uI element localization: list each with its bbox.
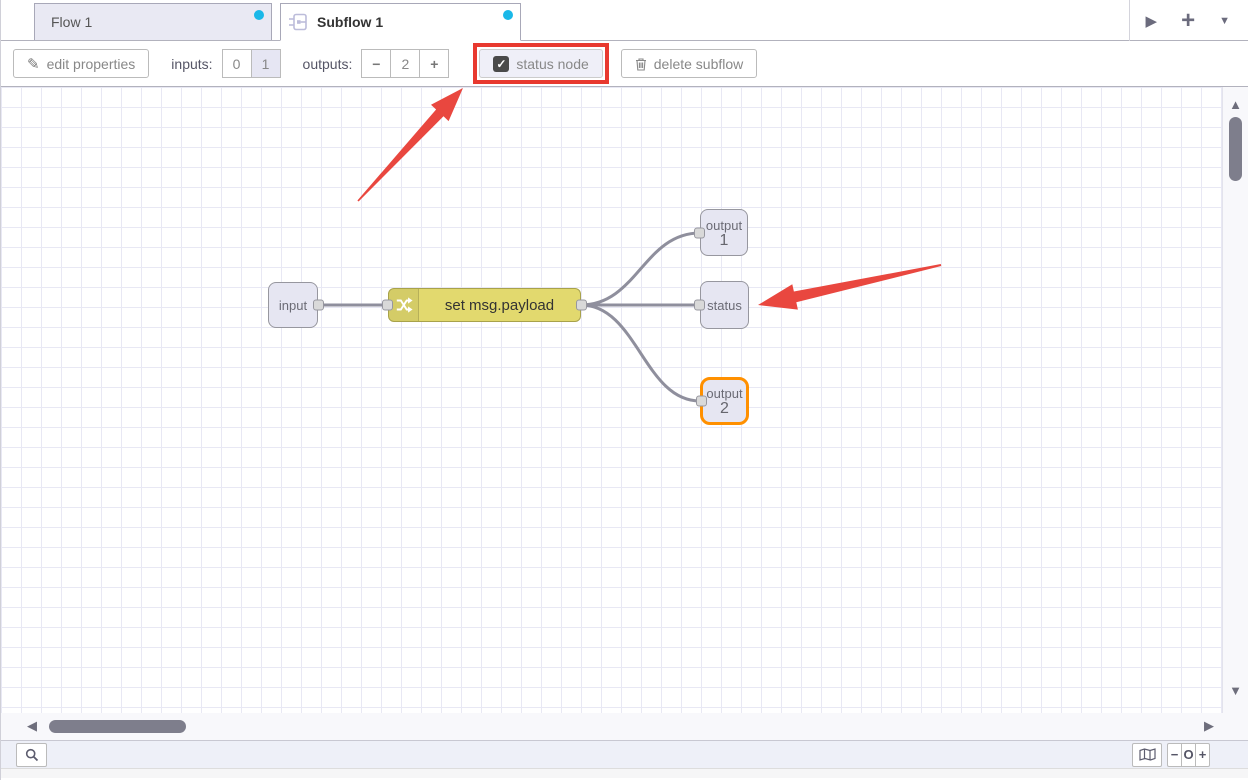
footer-right-controls: − O + (1132, 743, 1210, 767)
node-status[interactable]: status (700, 281, 749, 329)
wire-change-to-output1[interactable] (581, 233, 700, 305)
input-port[interactable] (694, 300, 705, 311)
increase-outputs-button[interactable]: + (419, 49, 449, 78)
zoom-controls: − O + (1167, 743, 1210, 767)
map-icon (1139, 748, 1156, 761)
unsaved-changes-dot (503, 10, 513, 20)
wire-change-to-output2[interactable] (581, 305, 700, 401)
node-output-2[interactable]: output 2 (700, 377, 749, 425)
edit-properties-label: edit properties (47, 56, 136, 72)
inputs-segmented-control: 0 1 (222, 49, 281, 78)
horizontal-scrollbar[interactable]: ◀ ▶ (1, 713, 1248, 740)
node-number: 2 (720, 401, 729, 416)
flow-tab-bar: Flow 1 Subflow 1 ▶ + ▼ (1, 0, 1248, 41)
annotation-arrow-to-status-toggle (357, 88, 463, 202)
status-node-toggle[interactable]: ✓ status node (479, 49, 602, 78)
scroll-down-icon[interactable]: ▼ (1223, 683, 1248, 698)
zoom-out-button[interactable]: − (1167, 743, 1182, 767)
input-port[interactable] (694, 227, 705, 238)
input-port[interactable] (382, 300, 393, 311)
inputs-option-1[interactable]: 1 (251, 49, 281, 78)
input-port[interactable] (696, 396, 707, 407)
zoom-reset-button[interactable]: O (1181, 743, 1196, 767)
node-label: output (706, 386, 742, 401)
horizontal-scroll-thumb[interactable] (49, 720, 186, 733)
node-number: 1 (720, 233, 729, 248)
subflow-icon (289, 12, 309, 32)
outputs-value: 2 (390, 49, 420, 78)
node-red-window: Flow 1 Subflow 1 ▶ + ▼ ✎ edit properties… (0, 0, 1248, 780)
scroll-tabs-right-icon[interactable]: ▶ (1146, 12, 1158, 30)
delete-subflow-button[interactable]: delete subflow (621, 49, 758, 78)
status-node-label: status node (516, 56, 588, 72)
outputs-label: outputs: (303, 56, 353, 72)
tab-label: Subflow 1 (317, 14, 383, 30)
wires-and-annotations (1, 87, 1223, 713)
node-input[interactable]: input (268, 282, 318, 328)
checkbox-checked-icon[interactable]: ✓ (493, 56, 509, 72)
node-label: input (279, 298, 307, 313)
navigator-toggle-button[interactable] (1132, 743, 1162, 767)
change-icon-box (389, 289, 419, 321)
annotation-highlight-box: ✓ status node (473, 43, 608, 84)
node-output-1[interactable]: output 1 (700, 209, 748, 256)
output-port[interactable] (576, 300, 587, 311)
tab-subflow-1[interactable]: Subflow 1 (280, 3, 521, 41)
vertical-scroll-thumb[interactable] (1229, 117, 1242, 181)
shuffle-icon (395, 296, 413, 314)
inputs-label: inputs: (171, 56, 212, 72)
decrease-outputs-button[interactable]: − (361, 49, 391, 78)
node-label: status (707, 298, 742, 313)
subflow-toolbar: ✎ edit properties inputs: 0 1 outputs: −… (1, 41, 1248, 87)
tab-label: Flow 1 (51, 14, 92, 30)
delete-subflow-label: delete subflow (654, 56, 744, 72)
vertical-scrollbar[interactable]: ▲ ▼ (1222, 87, 1248, 713)
search-icon (25, 748, 39, 762)
node-label: output (706, 218, 742, 233)
node-set-msg-payload[interactable]: set msg.payload (388, 288, 581, 322)
tab-flow-1[interactable]: Flow 1 (34, 3, 272, 40)
trash-icon (635, 57, 647, 71)
zoom-in-button[interactable]: + (1195, 743, 1210, 767)
output-port[interactable] (313, 300, 324, 311)
add-flow-button[interactable]: + (1181, 9, 1195, 33)
workspace-area: input set msg.payload output (1, 87, 1248, 713)
edit-properties-button[interactable]: ✎ edit properties (13, 49, 149, 78)
scroll-right-icon[interactable]: ▶ (1204, 718, 1214, 734)
scroll-up-icon[interactable]: ▲ (1223, 97, 1248, 112)
node-label: set msg.payload (419, 289, 580, 321)
workspace-footer: − O + (1, 740, 1248, 768)
search-flows-button[interactable] (16, 743, 47, 767)
inputs-option-0[interactable]: 0 (222, 49, 252, 78)
tabbar-controls: ▶ + ▼ (1129, 0, 1248, 41)
annotation-arrow-to-status-node (758, 264, 941, 310)
bottom-strip (1, 768, 1248, 778)
unsaved-changes-dot (254, 10, 264, 20)
flow-canvas[interactable]: input set msg.payload output (1, 87, 1223, 713)
pencil-icon: ✎ (27, 55, 40, 73)
flow-list-dropdown-icon[interactable]: ▼ (1219, 15, 1230, 27)
outputs-stepper: − 2 + (361, 49, 449, 78)
scroll-left-icon[interactable]: ◀ (27, 718, 37, 734)
